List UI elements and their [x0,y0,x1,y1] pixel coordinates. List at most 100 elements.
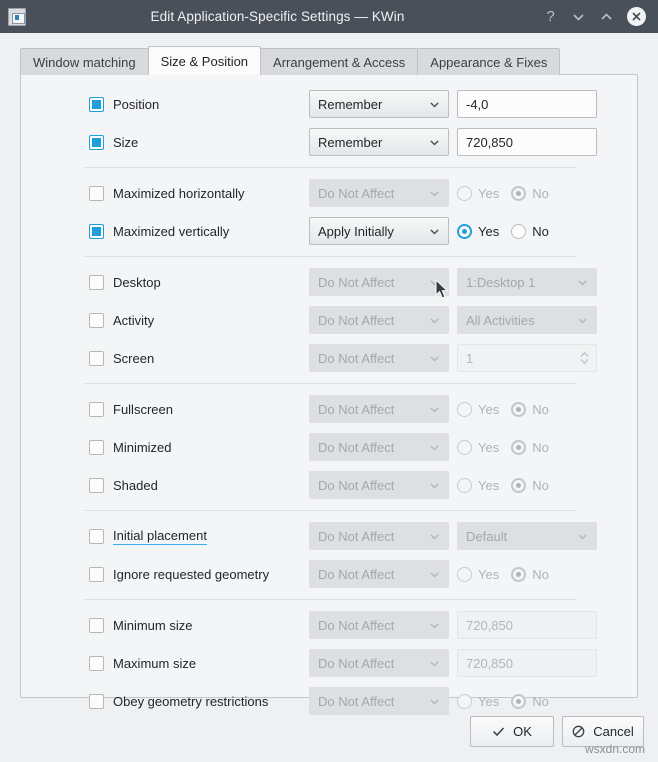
rule-select-value-maximized-horizontally: Do Not Affect [318,185,395,201]
ok-button-label: OK [513,724,532,739]
section-separator [85,167,577,168]
radio-no-dot-fullscreen [511,401,527,417]
chevron-up-icon[interactable] [599,9,614,25]
radio-yes-label-maximized-vertically: Yes [478,223,500,239]
rule-label-activity: Activity [113,312,155,328]
rule-toggle-maximum-size[interactable]: Maximum size [89,655,197,671]
checkbox-size[interactable] [89,134,104,150]
checkbox-minimized[interactable] [89,439,104,455]
chevron-down-icon [430,317,439,323]
value-radios-maximized-horizontally: Yes No [457,185,549,201]
checkbox-maximized-vertically[interactable] [89,223,104,239]
section-separator [85,510,577,511]
chevron-down-icon [430,533,439,539]
window-titlebar: Edit Application-Specific Settings — KWi… [0,0,658,33]
radio-yes-maximized-vertically[interactable]: Yes [457,223,500,239]
tab-arrangement-access[interactable]: Arrangement & Access [260,48,419,75]
rule-toggle-minimum-size[interactable]: Minimum size [89,617,192,633]
radio-no-shaded: No [511,477,549,493]
rule-label-size: Size [113,134,139,150]
ok-button[interactable]: OK [470,716,554,747]
rule-label-minimized: Minimized [113,439,172,455]
checkbox-maximum-size[interactable] [89,655,104,671]
radio-no-dot-maximized-horizontally [511,185,527,201]
rule-select-value-screen: Do Not Affect [318,350,395,366]
rule-row-size: Size Remember 720,850 [21,123,637,161]
rule-label-maximum-size: Maximum size [113,655,197,671]
value-text-desktop: 1:Desktop 1 [466,274,536,290]
rule-row-desktop: Desktop Do Not Affect 1:Desktop 1 [21,263,637,301]
radio-no-label-shaded: No [532,477,549,493]
rule-toggle-minimized[interactable]: Minimized [89,439,172,455]
rule-row-ignore-requested-geometry: Ignore requested geometry Do Not Affect Y… [21,555,637,593]
rule-select-position[interactable]: Remember [309,90,449,118]
chevron-down-icon [430,355,439,361]
chevron-down-icon [430,444,439,450]
rule-value-ignore-requested-geometry: Yes No [457,566,549,582]
rule-toggle-maximized-vertically[interactable]: Maximized vertically [89,223,229,239]
rule-select-minimized: Do Not Affect [309,433,449,461]
value-input-minimum-size: 720,850 [457,611,597,639]
chevron-down-icon[interactable] [571,9,586,25]
rule-row-minimum-size: Minimum size Do Not Affect 720,850 [21,606,637,644]
watermark: wsxdn.com [585,742,646,756]
rule-value-shaded: Yes No [457,477,549,493]
checkbox-desktop[interactable] [89,274,104,290]
value-input-size[interactable]: 720,850 [457,128,597,156]
rule-select-value-desktop: Do Not Affect [318,274,395,290]
checkbox-activity[interactable] [89,312,104,328]
checkbox-position[interactable] [89,96,104,112]
radio-yes-dot-minimized [457,439,472,455]
rule-select-value-maximum-size: Do Not Affect [318,655,395,671]
rule-select-ignore-requested-geometry: Do Not Affect [309,560,449,588]
tab-window-matching[interactable]: Window matching [20,48,149,75]
rule-select-maximized-vertically[interactable]: Apply Initially [309,217,449,245]
rule-value-maximized-horizontally: Yes No [457,185,549,201]
checkbox-minimum-size[interactable] [89,617,104,633]
kwin-rules-dialog: Edit Application-Specific Settings — KWi… [0,0,658,762]
help-button[interactable]: ? [543,9,558,25]
radio-yes-dot-maximized-horizontally [457,185,472,201]
spinner-arrows-icon[interactable] [579,350,590,366]
rule-label-maximized-horizontally: Maximized horizontally [113,185,245,201]
rule-toggle-size[interactable]: Size [89,134,139,150]
close-icon[interactable] [627,7,646,26]
rule-toggle-ignore-requested-geometry[interactable]: Ignore requested geometry [89,566,269,582]
value-text-activity: All Activities [466,312,535,328]
rule-toggle-initial-placement[interactable]: Initial placement [89,528,207,545]
value-select-initial-placement: Default [457,522,597,550]
value-input-position[interactable]: -4,0 [457,90,597,118]
radio-yes-dot-fullscreen [457,401,472,417]
tab-appearance-fixes[interactable]: Appearance & Fixes [417,48,561,75]
rule-toggle-maximized-horizontally[interactable]: Maximized horizontally [89,185,245,201]
radio-no-maximized-horizontally: No [511,185,549,201]
tab-size-position[interactable]: Size & Position [147,46,262,75]
radio-no-minimized: No [511,439,549,455]
radio-no-label-maximized-vertically: No [532,223,549,239]
checkbox-maximized-horizontally[interactable] [89,185,104,201]
checkbox-initial-placement[interactable] [89,528,104,544]
rule-toggle-fullscreen[interactable]: Fullscreen [89,401,173,417]
rule-select-value-fullscreen: Do Not Affect [318,401,395,417]
rule-select-minimum-size: Do Not Affect [309,611,449,639]
rule-select-screen: Do Not Affect [309,344,449,372]
rule-toggle-shaded[interactable]: Shaded [89,477,158,493]
radio-no-maximized-vertically[interactable]: No [511,223,549,239]
radio-no-label-fullscreen: No [532,401,549,417]
rule-toggle-desktop[interactable]: Desktop [89,274,161,290]
section-separator [85,599,577,600]
rule-label-initial-placement[interactable]: Initial placement [113,528,207,545]
checkbox-screen[interactable] [89,350,104,366]
rule-select-value-position: Remember [318,96,383,112]
rule-toggle-position[interactable]: Position [89,96,159,112]
checkbox-fullscreen[interactable] [89,401,104,417]
checkbox-shaded[interactable] [89,477,104,493]
rule-toggle-activity[interactable]: Activity [89,312,155,328]
radio-no-dot-maximized-vertically [511,223,527,239]
chevron-down-icon [430,571,439,577]
checkbox-ignore-requested-geometry[interactable] [89,566,104,582]
chevron-down-icon [430,698,439,704]
rule-select-size[interactable]: Remember [309,128,449,156]
rule-toggle-screen[interactable]: Screen [89,350,154,366]
radio-yes-label-minimized: Yes [478,439,500,455]
